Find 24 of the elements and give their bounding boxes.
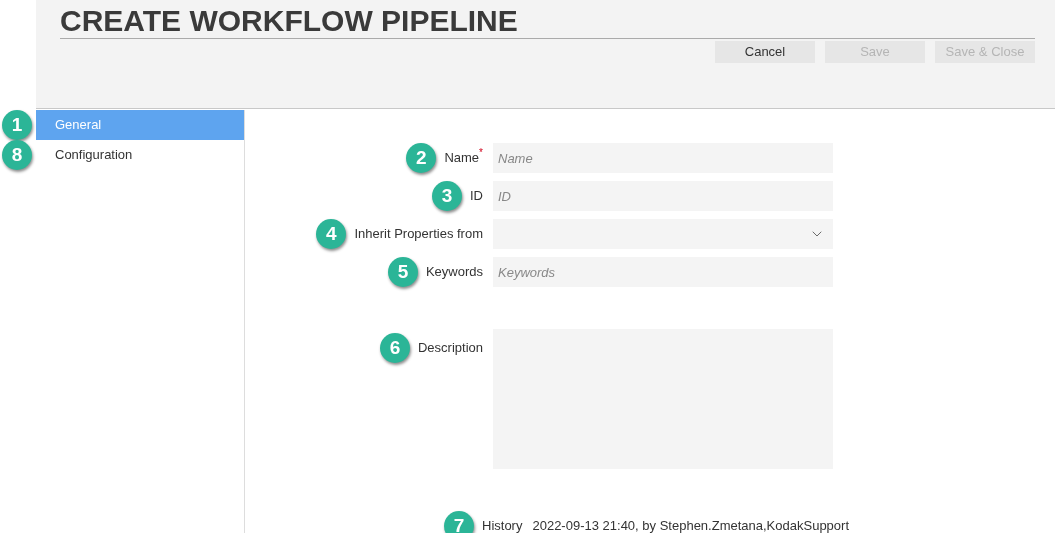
text-field[interactable]: ID: [493, 181, 833, 211]
history-label: History: [482, 517, 523, 533]
sidebar-item[interactable]: Configuration: [36, 140, 244, 170]
callout-badge: 7: [444, 511, 474, 533]
field-label: Keywords: [425, 263, 483, 282]
text-field[interactable]: Name: [493, 143, 833, 173]
required-mark: *: [479, 148, 483, 159]
sidebar-item[interactable]: General: [36, 110, 244, 140]
dropdown-field[interactable]: [493, 219, 833, 249]
text-field[interactable]: Keywords: [493, 257, 833, 287]
callout-badge: 1: [2, 110, 32, 140]
field-label: Inherit Properties from: [354, 225, 483, 244]
history-value: 2022-09-13 21:40, by Stephen.Zmetana,KodakSupport: [532, 517, 849, 533]
field-label: Description: [417, 339, 483, 358]
toolbar-button[interactable]: Cancel: [715, 41, 815, 63]
callout-badge: 8: [2, 140, 32, 170]
callout-badge: 4: [316, 219, 347, 249]
field-label: Name: [444, 150, 480, 168]
field-label: ID: [470, 187, 483, 206]
callout-badge: 3: [432, 181, 462, 211]
callout-badge: 6: [379, 333, 410, 363]
callout-badge: 2: [406, 143, 437, 173]
callout-badge: 5: [387, 257, 418, 287]
page-title: CREATE WORKFLOW PIPELINE: [60, 4, 519, 38]
